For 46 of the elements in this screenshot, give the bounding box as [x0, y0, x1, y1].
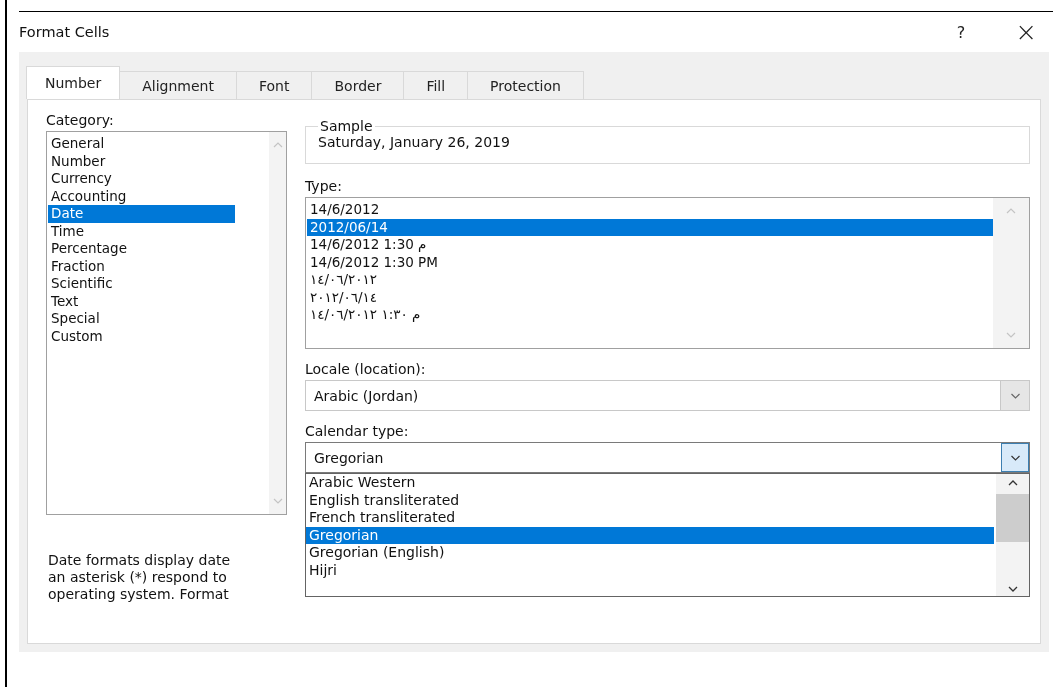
close-button[interactable]: × [1009, 18, 1043, 46]
description-text: Date formats display date [48, 552, 231, 569]
help-button[interactable]: ? [950, 21, 972, 43]
category-item[interactable]: General [48, 135, 235, 153]
scroll-thumb[interactable] [996, 494, 1029, 542]
type-item[interactable]: 14/6/2012 1:30 م [307, 236, 993, 254]
calendar-dropdown[interactable]: Gregorian [305, 442, 1030, 473]
calendar-option[interactable]: French transliterated [306, 509, 994, 527]
window-title: Format Cells [19, 24, 110, 40]
calendar-option[interactable]: Hijri [306, 561, 994, 579]
category-item[interactable]: Percentage [48, 240, 235, 258]
tab[interactable]: Protection [467, 71, 584, 99]
type-item[interactable]: ٢٠١٢/٠٦/١٤ [307, 288, 993, 306]
description-text: an asterisk (*) respond to [48, 569, 228, 586]
category-item[interactable]: Special [48, 310, 235, 328]
scroll-down-icon[interactable] [1007, 586, 1018, 592]
category-label: Category: [46, 112, 115, 128]
chevron-down-icon [1009, 454, 1021, 461]
calendar-option[interactable]: Gregorian (English) [306, 544, 994, 562]
scroll-up-icon[interactable] [1007, 480, 1018, 486]
sample-value: Saturday, January 26, 2019 [318, 134, 510, 150]
category-item[interactable]: Fraction [48, 257, 235, 275]
locale-dropdown[interactable]: Arabic (Jordan) [305, 380, 1030, 411]
category-item[interactable]: Text [48, 292, 235, 310]
calendar-option[interactable]: English transliterated [306, 491, 994, 509]
category-item[interactable]: Currency [48, 170, 235, 188]
category-item[interactable]: Scientific [48, 275, 235, 293]
type-item[interactable]: 2012/06/14 [307, 218, 993, 236]
category-item[interactable]: Date [48, 205, 235, 223]
type-item[interactable]: 14/6/2012 [307, 201, 993, 219]
type-item[interactable]: ١٤/٠٦/٢٠١٢ ١:٣٠ م [307, 306, 993, 324]
type-item[interactable]: ١٤/٠٦/٢٠١٢ [307, 271, 993, 289]
locale-label: Locale (location): [305, 361, 427, 377]
sample-label: Sample [319, 118, 374, 134]
tab[interactable]: Number [26, 66, 121, 99]
calendar-option[interactable]: Gregorian [306, 526, 994, 544]
category-item[interactable]: Number [48, 152, 235, 170]
type-item[interactable]: 14/6/2012 1:30 PM [307, 253, 993, 271]
description-text: operating system. Format [48, 586, 230, 603]
calendar-option[interactable]: Arabic Western [306, 474, 994, 492]
calendar-label: Calendar type: [305, 423, 410, 439]
category-item[interactable]: Accounting [48, 187, 235, 205]
type-label: Type: [305, 178, 343, 194]
category-item[interactable]: Time [48, 222, 235, 240]
category-item[interactable]: Custom [48, 327, 235, 345]
chevron-down-icon [1009, 392, 1021, 399]
